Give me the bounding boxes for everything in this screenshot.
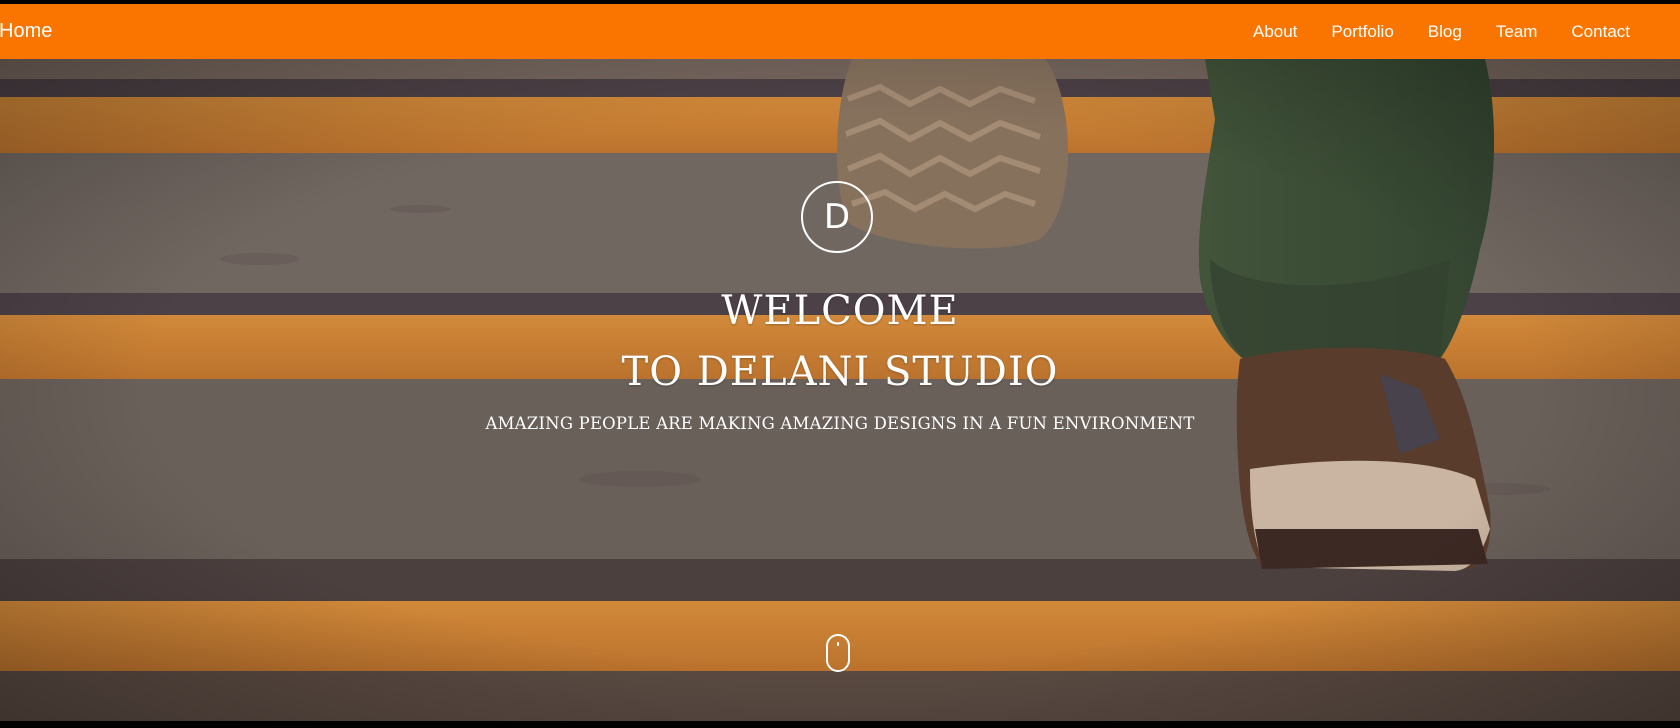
hero-content: D WELCOME TO DELANI STUDIO AMAZING PEOPL… [0,59,1680,721]
nav-links: About Portfolio Blog Team Contact [1219,22,1630,42]
top-navbar: Home About Portfolio Blog Team Contact [0,4,1680,59]
nav-link-team[interactable]: Team [1496,22,1538,42]
studio-logo: D [801,181,873,253]
nav-link-contact[interactable]: Contact [1571,22,1630,42]
home-link[interactable]: Home [0,20,52,43]
scroll-wheel-icon [837,642,839,646]
hero-title-line-2: TO DELANI STUDIO [621,349,1059,395]
nav-link-blog[interactable]: Blog [1428,22,1462,42]
mouse-scroll-icon[interactable] [826,634,850,672]
hero-section: D WELCOME TO DELANI STUDIO AMAZING PEOPL… [0,59,1680,721]
nav-link-portfolio[interactable]: Portfolio [1331,22,1393,42]
hero-title-line-1: WELCOME [721,288,959,334]
nav-link-about[interactable]: About [1253,22,1297,42]
page-frame: Home About Portfolio Blog Team Contact D… [0,0,1680,728]
hero-subtitle: AMAZING PEOPLE ARE MAKING AMAZING DESIGN… [485,414,1195,433]
